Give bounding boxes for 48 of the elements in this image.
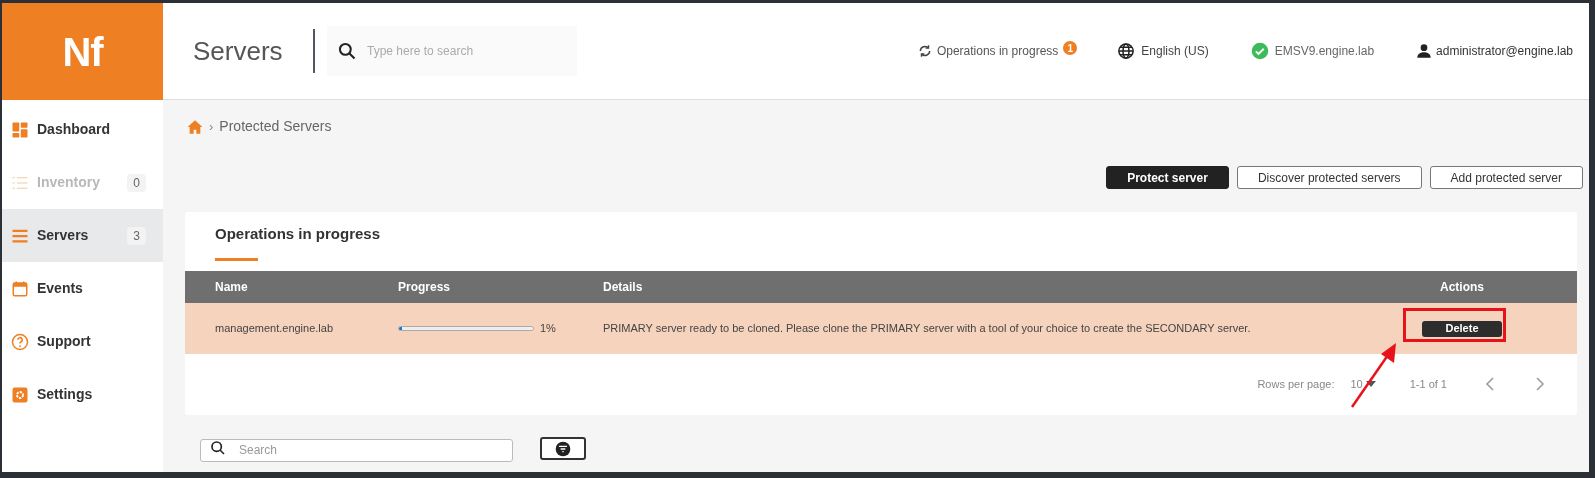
sidebar-item[interactable]: Servers 3 [2, 209, 163, 262]
action-button[interactable]: Discover protected servers [1236, 166, 1422, 189]
column-header: Actions [1439, 279, 1485, 296]
column-header: Name [215, 279, 249, 296]
breadcrumb-separator: › [209, 117, 214, 136]
language-selector[interactable]: English (US) [1141, 42, 1209, 60]
server-name: EMSV9.engine.lab [1274, 43, 1375, 60]
card-title: Operations in progress [215, 225, 381, 242]
action-button[interactable]: Protect server [1106, 166, 1229, 189]
table-cell-text: management.engine.lab [215, 321, 335, 337]
page-range: 1-1 of 1 [1409, 376, 1447, 392]
column-header: Details [603, 279, 644, 296]
page-title: Servers [193, 34, 284, 68]
filter-icon [555, 440, 571, 457]
caret-icon [1365, 381, 1376, 387]
user-icon [1416, 43, 1433, 59]
search-icon [210, 440, 226, 456]
count-badge: 0 [127, 173, 146, 192]
rows-per-page-select[interactable]: 10 [1350, 375, 1376, 393]
home-icon[interactable] [187, 118, 203, 135]
rows-per-page-label: Rows per page: [1257, 376, 1335, 392]
filter-button[interactable] [540, 437, 586, 460]
logo-text: Nf [62, 28, 103, 76]
breadcrumb-item: Protected Servers [219, 117, 332, 136]
search-icon [337, 41, 357, 61]
operations-link[interactable]: Operations in progress [936, 42, 1059, 60]
refresh-icon [917, 44, 932, 58]
previous-page-icon[interactable] [1485, 377, 1495, 391]
sidebar-item[interactable]: Dashboard [2, 103, 163, 156]
column-header: Progress [398, 279, 452, 296]
globe-icon [1117, 42, 1136, 60]
sidebar-item[interactable]: Support [2, 315, 163, 368]
progress-reading: 1% [540, 321, 556, 337]
help-icon [11, 332, 29, 351]
settings-icon [11, 385, 29, 404]
table-cell-text: PRIMARY server ready to be cloned. Please clone the PRIMARY server with a tool of your choice to create the SECONDARY server. [603, 321, 1252, 336]
user-menu[interactable]: administrator@engine.lab [1436, 42, 1573, 60]
calendar-icon [11, 279, 29, 298]
sidebar-item[interactable]: Events [2, 262, 163, 315]
search-field[interactable]: Search [200, 438, 513, 462]
next-page-icon[interactable] [1535, 377, 1545, 391]
delete-button[interactable]: Delete [1422, 320, 1502, 337]
action-button[interactable]: Add protected server [1429, 166, 1583, 189]
dashboard-icon [11, 120, 29, 139]
notification-badge: 1 [1063, 41, 1078, 55]
count-badge: 3 [127, 226, 146, 245]
sidebar-item[interactable]: Settings [2, 368, 163, 421]
search-field[interactable]: Type here to search [327, 26, 577, 76]
